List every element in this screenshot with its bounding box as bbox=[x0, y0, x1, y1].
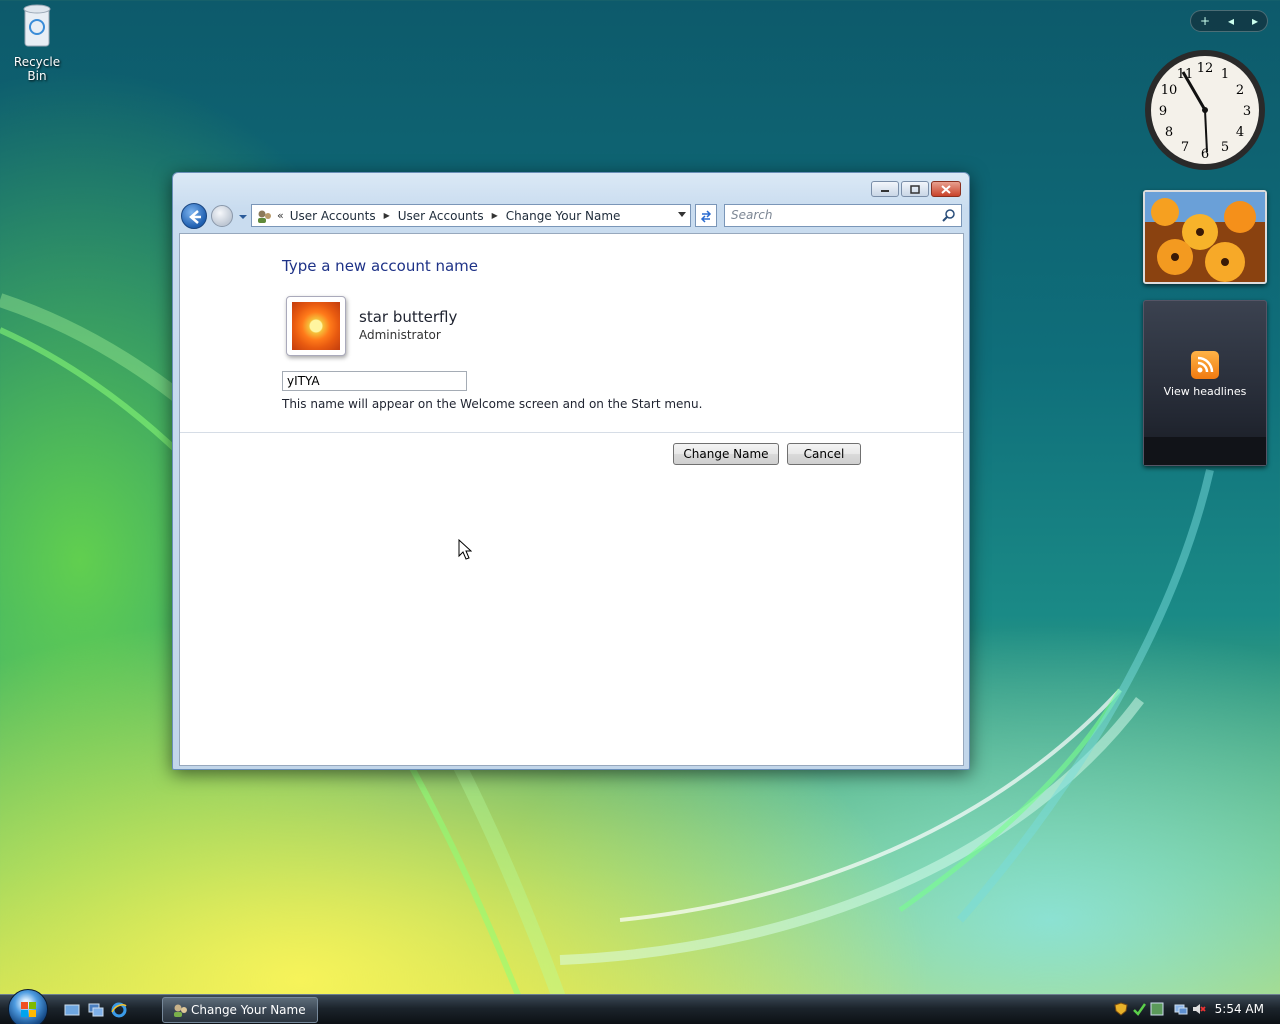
clock-gadget[interactable]: 12 1 2 3 4 5 6 7 8 9 10 11 bbox=[1143, 48, 1267, 172]
back-arrow-icon bbox=[189, 210, 201, 224]
user-avatar bbox=[286, 296, 346, 356]
clock-number: 9 bbox=[1159, 104, 1167, 119]
clock-number: 1 bbox=[1221, 67, 1229, 82]
maximize-icon bbox=[910, 184, 920, 194]
maximize-button[interactable] bbox=[901, 181, 929, 197]
mouse-cursor-icon bbox=[458, 539, 472, 560]
close-button[interactable] bbox=[931, 181, 961, 197]
clock-number: 7 bbox=[1181, 140, 1189, 155]
new-account-name-input[interactable] bbox=[282, 371, 467, 391]
internet-explorer-icon[interactable] bbox=[111, 1002, 127, 1018]
breadcrumb-user-accounts-sub[interactable]: User Accounts bbox=[398, 209, 484, 223]
feed-headlines-gadget[interactable]: View headlines bbox=[1143, 300, 1267, 466]
user-accounts-icon bbox=[258, 210, 271, 223]
taskbar: Change Your Name 5:54 AM bbox=[0, 989, 1280, 1024]
change-name-button[interactable]: Change Name bbox=[673, 443, 779, 465]
clock-number: 6 bbox=[1201, 147, 1209, 162]
content-pane: Type a new account name star butterfly A… bbox=[179, 233, 964, 766]
clock-number: 12 bbox=[1197, 61, 1214, 76]
switch-windows-icon[interactable] bbox=[88, 1002, 104, 1018]
taskbar-button-label: Change Your Name bbox=[191, 1003, 306, 1017]
address-bar[interactable]: « User Accounts ▶ User Accounts ▶ Change… bbox=[251, 204, 691, 227]
clock-number: 2 bbox=[1236, 83, 1244, 98]
windows-update-icon[interactable] bbox=[1132, 1002, 1146, 1016]
minimize-button[interactable] bbox=[871, 181, 899, 197]
network-center-icon[interactable] bbox=[1150, 1002, 1164, 1016]
clock-number: 8 bbox=[1165, 125, 1173, 140]
system-clock[interactable]: 5:54 AM bbox=[1215, 1002, 1264, 1016]
divider bbox=[180, 432, 963, 433]
clock-number: 10 bbox=[1161, 83, 1178, 98]
overflow-chevron-icon[interactable]: « bbox=[277, 209, 284, 222]
add-gadget-icon[interactable]: + bbox=[1200, 14, 1210, 28]
search-icon[interactable] bbox=[942, 208, 956, 222]
clock-number: 5 bbox=[1221, 140, 1229, 155]
previous-icon[interactable]: ◂ bbox=[1228, 14, 1234, 28]
clock-number: 3 bbox=[1243, 104, 1251, 119]
recycle-bin[interactable]: Recycle Bin bbox=[4, 2, 70, 83]
clock-number: 4 bbox=[1236, 125, 1244, 140]
breadcrumb-user-accounts[interactable]: User Accounts bbox=[290, 209, 376, 223]
user-accounts-icon bbox=[174, 1004, 187, 1017]
rss-icon bbox=[1191, 351, 1219, 379]
recent-pages-chevron-icon[interactable] bbox=[237, 207, 249, 225]
refresh-icon bbox=[700, 209, 712, 223]
show-desktop-icon[interactable] bbox=[64, 1002, 80, 1018]
volume-muted-icon[interactable] bbox=[1192, 1002, 1206, 1016]
recycle-bin-label: Recycle Bin bbox=[13, 55, 61, 83]
page-title: Type a new account name bbox=[282, 257, 479, 275]
cancel-button[interactable]: Cancel bbox=[787, 443, 861, 465]
network-icon[interactable] bbox=[1174, 1002, 1188, 1016]
minimize-icon bbox=[881, 190, 889, 192]
breadcrumb-change-your-name[interactable]: Change Your Name bbox=[506, 209, 621, 223]
account-type: Administrator bbox=[359, 328, 441, 342]
view-headlines-label[interactable]: View headlines bbox=[1144, 385, 1266, 398]
window-controls bbox=[871, 181, 961, 197]
search-input[interactable]: Search bbox=[724, 204, 962, 227]
start-button[interactable] bbox=[8, 989, 48, 1024]
forward-button[interactable] bbox=[211, 205, 233, 227]
windows-logo-icon bbox=[21, 1002, 36, 1017]
search-placeholder: Search bbox=[731, 208, 773, 222]
slideshow-gadget[interactable] bbox=[1143, 190, 1267, 284]
sidebar-controls[interactable]: + ◂ ▸ bbox=[1190, 10, 1268, 32]
security-shield-icon[interactable] bbox=[1114, 1002, 1128, 1016]
breadcrumb-separator-icon[interactable]: ▶ bbox=[384, 211, 390, 220]
back-button[interactable] bbox=[181, 203, 207, 229]
address-dropdown-icon[interactable] bbox=[678, 212, 686, 217]
recycle-bin-icon bbox=[23, 4, 51, 47]
flower-photo bbox=[1145, 192, 1265, 282]
gadget-footer bbox=[1144, 437, 1266, 465]
close-icon bbox=[941, 184, 951, 194]
breadcrumb-separator-icon[interactable]: ▶ bbox=[492, 211, 498, 220]
taskbar-button-change-your-name[interactable]: Change Your Name bbox=[162, 997, 318, 1023]
account-name: star butterfly bbox=[359, 308, 458, 326]
flower-picture bbox=[292, 302, 340, 350]
change-name-window: « User Accounts ▶ User Accounts ▶ Change… bbox=[172, 172, 970, 770]
refresh-button[interactable] bbox=[695, 204, 717, 227]
system-tray: 5:54 AM bbox=[1108, 995, 1280, 1024]
navigation-bar: « User Accounts ▶ User Accounts ▶ Change… bbox=[181, 203, 962, 229]
next-icon[interactable]: ▸ bbox=[1252, 14, 1258, 28]
name-hint-text: This name will appear on the Welcome scr… bbox=[282, 397, 703, 411]
